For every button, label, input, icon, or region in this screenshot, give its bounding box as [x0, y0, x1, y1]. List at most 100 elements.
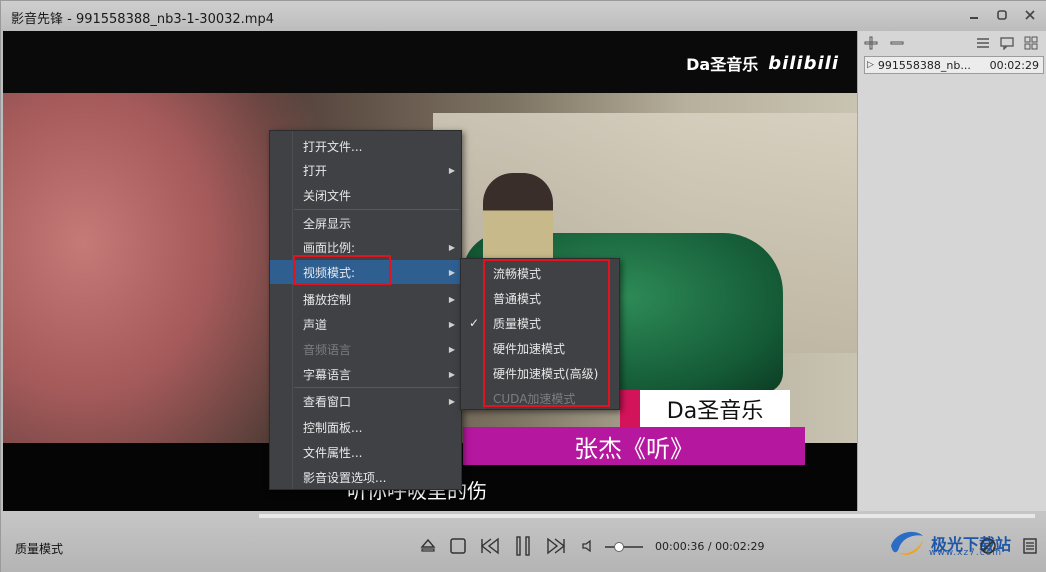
- previous-button[interactable]: [479, 535, 501, 557]
- submenu-arrow-icon: ▶: [448, 396, 455, 406]
- playlist-panel: ▷ 991558388_nb... 00:02:29: [857, 31, 1046, 511]
- playlist-remove-button[interactable]: [888, 35, 906, 51]
- menu-item-close-file[interactable]: 关闭文件: [270, 183, 461, 207]
- effects-button[interactable]: [977, 535, 999, 557]
- comment-icon: [1000, 37, 1014, 50]
- restore-button[interactable]: [993, 7, 1011, 23]
- submenu-arrow-icon: ▶: [448, 165, 455, 175]
- menu-item-label: 画面比例:: [303, 240, 356, 255]
- playlist-detail-button[interactable]: [998, 35, 1016, 51]
- submenu-arrow-icon: ▶: [448, 319, 455, 329]
- volume-knob[interactable]: [614, 542, 624, 552]
- play-indicator-icon: ▷: [867, 60, 874, 70]
- pause-button[interactable]: [512, 535, 534, 557]
- submenu-item-smooth-mode[interactable]: 流畅模式: [461, 261, 619, 285]
- list-icon: [977, 38, 989, 48]
- submenu-arrow-icon: ▶: [448, 344, 455, 354]
- submenu-item-cuda-accel: CUDA加速模式: [461, 386, 619, 410]
- window-title: 影音先锋 - 991558388_nb3-1-30032.mp4: [11, 12, 274, 27]
- close-button[interactable]: [1021, 7, 1039, 23]
- site-logo-icon: [891, 531, 923, 555]
- playlist-grid-view-button[interactable]: [1022, 35, 1040, 51]
- submenu-item-hardware-accel-advanced[interactable]: 硬件加速模式(高级): [461, 361, 619, 385]
- menu-item-subtitle-language[interactable]: 字幕语言 ▶: [270, 362, 461, 386]
- menu-item-label: 音频语言: [303, 342, 352, 357]
- eject-icon: [420, 538, 436, 552]
- video-letterbox-top: Da圣音乐 bilibili: [3, 31, 857, 93]
- restore-icon: [997, 10, 1007, 20]
- menu-item-settings[interactable]: 影音设置选项...: [270, 465, 461, 489]
- menu-item-open-file[interactable]: 打开文件...: [270, 134, 461, 158]
- playlist-add-button[interactable]: [862, 35, 880, 51]
- menu-item-label: 播放控制: [303, 292, 352, 307]
- video-watermark: Da圣音乐 bilibili: [686, 51, 839, 75]
- menu-item-control-panel[interactable]: 控制面板...: [270, 415, 461, 439]
- menu-item-video-mode[interactable]: 视频模式: ▶: [270, 260, 461, 284]
- submenu-arrow-icon: ▶: [448, 242, 455, 252]
- next-button[interactable]: [545, 535, 567, 557]
- playlist-item[interactable]: ▷ 991558388_nb... 00:02:29: [864, 56, 1044, 74]
- playlist-icon: [1023, 538, 1037, 554]
- pause-icon: [516, 536, 530, 556]
- submenu-item-quality-mode[interactable]: ✓ 质量模式: [461, 311, 619, 335]
- menu-item-label: 打开: [303, 163, 328, 178]
- submenu-item-hardware-accel[interactable]: 硬件加速模式: [461, 336, 619, 360]
- minimize-button[interactable]: [965, 7, 983, 23]
- submenu-arrow-icon: ▶: [448, 267, 455, 277]
- title-bar[interactable]: 影音先锋 - 991558388_nb3-1-30032.mp4: [1, 1, 1046, 31]
- watermark-text: Da圣音乐: [686, 55, 759, 74]
- context-menu: 打开文件... 打开 ▶ 关闭文件 全屏显示 画面比例: ▶ 视频模式: ▶ 播放控制…: [269, 130, 462, 490]
- submenu-item-label: 质量模式: [493, 316, 542, 331]
- video-mode-status: 质量模式: [15, 542, 64, 556]
- menu-item-audio-channel[interactable]: 声道 ▶: [270, 312, 461, 336]
- next-icon: [547, 537, 566, 555]
- control-bar: 质量模式 00:00:36 / 00:02:29 极光下载站 www.xz7.c…: [1, 511, 1046, 572]
- bilibili-logo: bilibili: [768, 52, 839, 74]
- playlist-item-duration: 00:02:29: [989, 58, 1039, 72]
- menu-item-aspect-ratio[interactable]: 画面比例: ▶: [270, 235, 461, 259]
- time-display: 00:00:36 / 00:02:29: [655, 540, 765, 553]
- submenu-item-normal-mode[interactable]: 普通模式: [461, 286, 619, 310]
- checkmark-icon: ✓: [469, 316, 480, 330]
- stop-icon: [450, 538, 466, 554]
- close-icon: [1025, 10, 1035, 20]
- previous-icon: [480, 537, 499, 555]
- menu-item-label: 影音设置选项...: [303, 470, 387, 485]
- menu-item-audio-language: 音频语言 ▶: [270, 337, 461, 361]
- minus-icon: [890, 41, 904, 45]
- playlist-item-name: 991558388_nb...: [877, 58, 971, 72]
- menu-item-playback-control[interactable]: 播放控制 ▶: [270, 287, 461, 311]
- menu-item-label: 字幕语言: [303, 367, 352, 382]
- player-window: 影音先锋 - 991558388_nb3-1-30032.mp4 Da圣音乐 b…: [0, 0, 1046, 572]
- menu-item-file-properties[interactable]: 文件属性...: [270, 440, 461, 464]
- menu-item-label: 声道: [303, 317, 328, 332]
- volume-slider[interactable]: [605, 546, 643, 548]
- caption-song-title: 张杰《听》: [463, 427, 805, 465]
- circle-slash-icon: [980, 538, 996, 554]
- playlist-toggle-button[interactable]: [1019, 535, 1041, 557]
- caption-accent: [620, 390, 640, 428]
- menu-item-label: 文件属性...: [303, 445, 363, 460]
- eject-button[interactable]: [417, 535, 439, 557]
- video-mode-submenu: 流畅模式 普通模式 ✓ 质量模式 硬件加速模式 硬件加速模式(高级) CUDA加速…: [460, 258, 620, 410]
- menu-separator: [294, 209, 459, 210]
- menu-separator: [294, 387, 459, 388]
- playlist-list-view-button[interactable]: [974, 35, 992, 51]
- submenu-item-label: CUDA加速模式: [493, 391, 576, 406]
- minimize-icon: [970, 17, 978, 19]
- menu-item-fullscreen[interactable]: 全屏显示: [270, 211, 461, 235]
- mute-button[interactable]: [577, 535, 599, 557]
- window-controls: [965, 7, 1039, 23]
- stop-button[interactable]: [447, 535, 469, 557]
- submenu-arrow-icon: ▶: [448, 294, 455, 304]
- menu-item-open[interactable]: 打开 ▶: [270, 158, 461, 182]
- menu-item-label: 打开文件...: [303, 139, 363, 154]
- menu-item-label: 关闭文件: [303, 188, 352, 203]
- submenu-item-label: 普通模式: [493, 291, 542, 306]
- grid-icon: [1024, 36, 1038, 50]
- submenu-item-label: 流畅模式: [493, 266, 542, 281]
- menu-item-view-window[interactable]: 查看窗口 ▶: [270, 389, 461, 413]
- seek-bar[interactable]: [259, 514, 1035, 518]
- submenu-arrow-icon: ▶: [448, 369, 455, 379]
- menu-item-label: 全屏显示: [303, 216, 352, 231]
